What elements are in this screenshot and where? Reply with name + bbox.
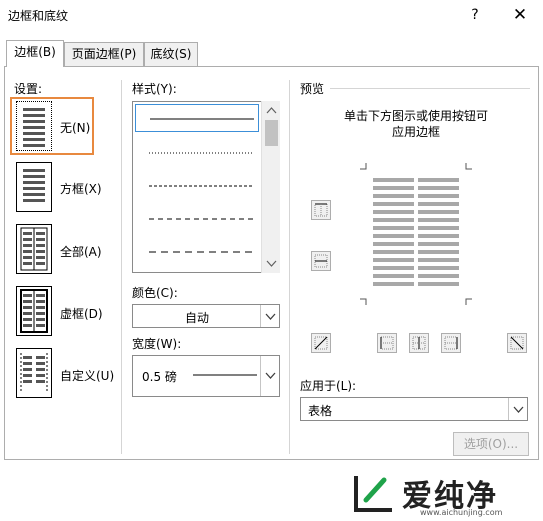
window-title: 边框和底纹 — [8, 9, 69, 23]
center-border-icon[interactable] — [409, 333, 429, 353]
right-border-icon[interactable] — [441, 333, 461, 353]
close-button[interactable]: ✕ — [506, 3, 534, 27]
style-dash-dot[interactable] — [135, 172, 259, 200]
separator — [289, 80, 290, 454]
color-value: 自动 — [184, 311, 209, 325]
setting-none-label: 无(N) — [60, 121, 91, 135]
setting-custom-label: 自定义(U) — [60, 369, 115, 383]
none-border-icon — [16, 101, 52, 151]
diagonal-down-border-icon[interactable] — [311, 333, 331, 353]
setting-box-label: 方框(X) — [60, 182, 102, 196]
separator — [121, 80, 122, 454]
chevron-down-icon[interactable] — [508, 398, 527, 420]
scroll-down-icon — [266, 260, 277, 267]
apply-to-label: 应用于(L): — [300, 379, 357, 393]
middle-border-icon[interactable] — [311, 251, 331, 271]
all-border-icon[interactable] — [16, 224, 52, 274]
style-long-dashed[interactable] — [135, 238, 259, 266]
color-label: 颜色(C): — [132, 286, 178, 300]
custom-border-icon[interactable] — [16, 348, 52, 398]
width-value: 0.5 磅 — [142, 370, 177, 384]
preview-rule — [330, 88, 530, 89]
brand-logo-icon — [354, 476, 392, 512]
scroll-up-icon — [266, 107, 277, 114]
preview-label: 预览 — [300, 82, 325, 96]
top-border-icon[interactable] — [311, 200, 331, 220]
tab-borders[interactable]: 边框(B) — [6, 40, 64, 67]
tab-strip: 边框(B) 页面边框(P) 底纹(S) — [0, 40, 543, 67]
style-listbox[interactable] — [132, 101, 280, 273]
style-solid[interactable] — [135, 104, 259, 132]
preview-hint-line2: 应用边框 — [391, 125, 440, 139]
options-button[interactable]: 选项(O)... — [453, 432, 529, 456]
tab-page-borders[interactable]: 页面边框(P) — [64, 42, 144, 66]
brand-url: www.aichunjing.com — [420, 508, 503, 517]
left-border-icon[interactable] — [377, 333, 397, 353]
help-button[interactable]: ? — [462, 3, 488, 27]
chevron-down-icon[interactable] — [260, 305, 279, 327]
style-dotted[interactable] — [135, 139, 259, 167]
color-combo[interactable]: 自动 — [132, 304, 280, 328]
preview-hint-line1: 单击下方图示或使用按钮可 — [343, 109, 488, 123]
border-preview[interactable] — [360, 163, 472, 305]
chevron-down-icon[interactable] — [260, 356, 279, 396]
setting-grid-label: 虚框(D) — [60, 307, 103, 321]
width-combo[interactable]: 0.5 磅 — [132, 355, 280, 397]
apply-to-combo[interactable]: 表格 — [300, 397, 528, 421]
watermark-logo: 爱纯净 www.aichunjing.com — [342, 466, 543, 521]
apply-to-value: 表格 — [308, 404, 333, 418]
width-label: 宽度(W): — [132, 337, 182, 351]
scroll-thumb — [265, 120, 278, 146]
style-label: 样式(Y): — [132, 82, 177, 96]
box-border-icon[interactable] — [16, 162, 52, 212]
style-dashed[interactable] — [135, 205, 259, 233]
style-scrollbar[interactable] — [261, 101, 280, 273]
setting-all-label: 全部(A) — [60, 245, 102, 259]
diagonal-up-border-icon[interactable] — [507, 333, 527, 353]
settings-label: 设置: — [14, 82, 43, 96]
tab-shading[interactable]: 底纹(S) — [144, 42, 198, 66]
grid-border-icon[interactable] — [16, 286, 52, 336]
